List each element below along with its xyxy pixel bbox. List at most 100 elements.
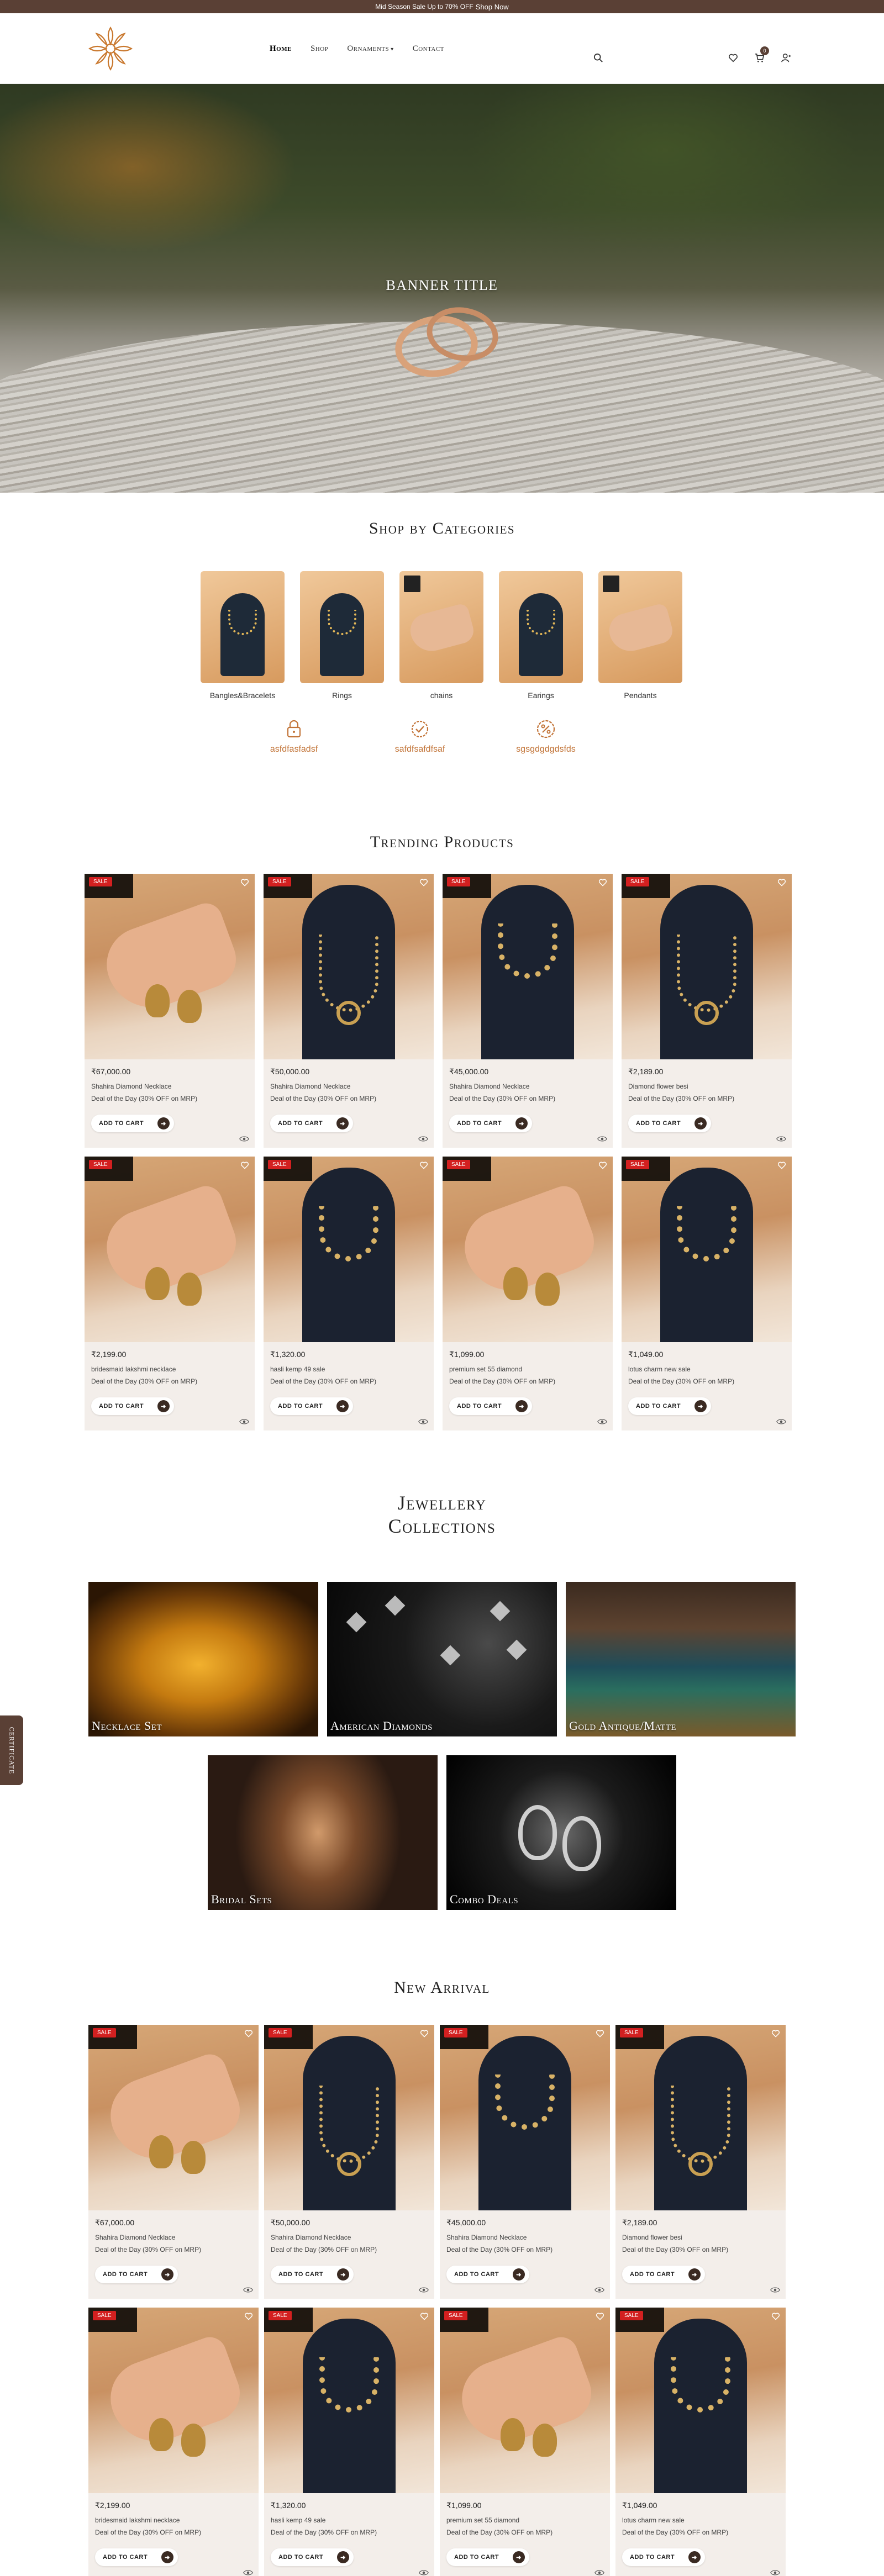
product-card[interactable]: SALE ₹1,320.00 hasli kemp 49 sale Deal of t…: [264, 1157, 434, 1430]
category-chains[interactable]: chains: [399, 571, 483, 700]
quick-view-eye-icon[interactable]: [418, 1136, 428, 1142]
product-name[interactable]: bridesmaid lakshmi necklace: [95, 2516, 180, 2524]
collection-bridal-sets[interactable]: Bridal Sets: [208, 1755, 438, 1910]
wishlist-heart-icon[interactable]: [244, 2312, 253, 2321]
product-card[interactable]: SALE ₹1,049.00 lotus charm new sale Deal of…: [622, 1157, 792, 1430]
add-to-cart-button[interactable]: ADD TO CART ➜: [622, 2266, 705, 2283]
quick-view-eye-icon[interactable]: [239, 1136, 249, 1142]
product-card[interactable]: SALE ₹1,049.00 lotus charm new sale Deal of…: [615, 2308, 786, 2576]
add-to-cart-button[interactable]: ADD TO CART ➜: [270, 1397, 353, 1415]
add-to-cart-button[interactable]: ADD TO CART ➜: [91, 1115, 174, 1132]
product-card[interactable]: SALE ₹2,199.00 bridesmaid lakshmi necklace…: [85, 1157, 255, 1430]
product-name[interactable]: Shahira Diamond Necklace: [270, 1083, 350, 1090]
product-card[interactable]: SALE ₹1,320.00 hasli kemp 49 sale Deal of t…: [264, 2308, 434, 2576]
wishlist-heart-icon[interactable]: [598, 878, 607, 887]
product-image[interactable]: [615, 2308, 786, 2493]
wishlist-heart-icon[interactable]: [596, 2029, 604, 2038]
product-name[interactable]: premium set 55 diamond: [446, 2516, 519, 2524]
product-card[interactable]: SALE ₹50,000.00 Shahira Diamond Necklace De…: [264, 2025, 434, 2299]
add-to-cart-button[interactable]: ADD TO CART ➜: [95, 2266, 178, 2283]
product-name[interactable]: bridesmaid lakshmi necklace: [91, 1365, 176, 1373]
product-image[interactable]: [264, 2025, 434, 2210]
quick-view-eye-icon[interactable]: [597, 1136, 607, 1142]
add-to-cart-button[interactable]: ADD TO CART ➜: [95, 2548, 178, 2566]
add-to-cart-button[interactable]: ADD TO CART ➜: [271, 2548, 354, 2566]
add-to-cart-button[interactable]: ADD TO CART ➜: [270, 1115, 353, 1132]
add-to-cart-button[interactable]: ADD TO CART ➜: [446, 2548, 529, 2566]
wishlist-heart-icon[interactable]: [240, 878, 249, 887]
quick-view-eye-icon[interactable]: [770, 2287, 780, 2293]
product-image[interactable]: [264, 874, 434, 1059]
product-name[interactable]: Shahira Diamond Necklace: [91, 1083, 171, 1090]
product-image[interactable]: [622, 874, 792, 1059]
product-card[interactable]: SALE ₹67,000.00 Shahira Diamond Necklace De…: [88, 2025, 259, 2299]
product-card[interactable]: SALE ₹2,199.00 bridesmaid lakshmi necklace…: [88, 2308, 259, 2576]
nav-home[interactable]: Home: [270, 44, 292, 54]
collection-necklace-set[interactable]: Necklace Set: [88, 1582, 318, 1736]
product-image[interactable]: [264, 1157, 434, 1342]
quick-view-eye-icon[interactable]: [243, 2569, 253, 2576]
wishlist-heart-icon[interactable]: [420, 2029, 429, 2038]
product-card[interactable]: SALE ₹2,189.00 Diamond flower besi Deal of …: [622, 874, 792, 1148]
nav-shop[interactable]: Shop: [311, 44, 328, 54]
search-icon[interactable]: [593, 53, 603, 63]
product-name[interactable]: Diamond flower besi: [622, 2234, 682, 2241]
wishlist-heart-icon[interactable]: [420, 2312, 429, 2321]
quick-view-eye-icon[interactable]: [770, 2569, 780, 2576]
product-card[interactable]: SALE ₹67,000.00 Shahira Diamond Necklace De…: [85, 874, 255, 1148]
quick-view-eye-icon[interactable]: [594, 2287, 604, 2293]
quick-view-eye-icon[interactable]: [597, 1418, 607, 1425]
user-icon[interactable]: [781, 53, 791, 63]
product-name[interactable]: hasli kemp 49 sale: [271, 2516, 325, 2524]
quick-view-eye-icon[interactable]: [418, 1418, 428, 1425]
product-image[interactable]: [615, 2025, 786, 2210]
product-name[interactable]: lotus charm new sale: [628, 1365, 691, 1373]
nav-contact[interactable]: Contact: [413, 44, 444, 54]
category-earings[interactable]: Earings: [499, 571, 583, 700]
quick-view-eye-icon[interactable]: [776, 1418, 786, 1425]
add-to-cart-button[interactable]: ADD TO CART ➜: [628, 1115, 711, 1132]
product-image[interactable]: [85, 874, 255, 1059]
add-to-cart-button[interactable]: ADD TO CART ➜: [622, 2548, 705, 2566]
wishlist-heart-icon[interactable]: [244, 2029, 253, 2038]
product-image[interactable]: [443, 874, 613, 1059]
product-card[interactable]: SALE ₹45,000.00 Shahira Diamond Necklace De…: [443, 874, 613, 1148]
hero-banner[interactable]: BANNER TITLE: [0, 84, 884, 493]
product-name[interactable]: Shahira Diamond Necklace: [95, 2234, 175, 2241]
product-card[interactable]: SALE ₹2,189.00 Diamond flower besi Deal of …: [615, 2025, 786, 2299]
wishlist-heart-icon[interactable]: [419, 878, 428, 887]
product-name[interactable]: Shahira Diamond Necklace: [271, 2234, 351, 2241]
product-image[interactable]: [88, 2308, 259, 2493]
wishlist-heart-icon[interactable]: [419, 1161, 428, 1170]
add-to-cart-button[interactable]: ADD TO CART ➜: [628, 1397, 711, 1415]
quick-view-eye-icon[interactable]: [776, 1136, 786, 1142]
collection-gold-antique[interactable]: Gold Antique/Matte: [566, 1582, 796, 1736]
product-card[interactable]: SALE ₹45,000.00 Shahira Diamond Necklace De…: [440, 2025, 610, 2299]
certificate-side-tab[interactable]: CERTIFICATE: [0, 1715, 23, 1785]
product-name[interactable]: hasli kemp 49 sale: [270, 1365, 325, 1373]
product-image[interactable]: [622, 1157, 792, 1342]
quick-view-eye-icon[interactable]: [243, 2287, 253, 2293]
product-image[interactable]: [440, 2308, 610, 2493]
quick-view-eye-icon[interactable]: [419, 2569, 429, 2576]
product-card[interactable]: SALE ₹1,099.00 premium set 55 diamond Deal …: [443, 1157, 613, 1430]
product-name[interactable]: Shahira Diamond Necklace: [446, 2234, 527, 2241]
quick-view-eye-icon[interactable]: [239, 1418, 249, 1425]
quick-view-eye-icon[interactable]: [594, 2569, 604, 2576]
add-to-cart-button[interactable]: ADD TO CART ➜: [271, 2266, 354, 2283]
product-image[interactable]: [88, 2025, 259, 2210]
wishlist-heart-icon[interactable]: [598, 1161, 607, 1170]
category-pendants[interactable]: Pendants: [598, 571, 682, 700]
quick-view-eye-icon[interactable]: [419, 2287, 429, 2293]
product-card[interactable]: SALE ₹1,099.00 premium set 55 diamond Deal …: [440, 2308, 610, 2576]
promo-shop-now-link[interactable]: Shop Now: [476, 3, 509, 11]
add-to-cart-button[interactable]: ADD TO CART ➜: [449, 1115, 532, 1132]
product-name[interactable]: Shahira Diamond Necklace: [449, 1083, 529, 1090]
collection-combo-deals[interactable]: Combo Deals: [446, 1755, 676, 1910]
product-name[interactable]: premium set 55 diamond: [449, 1365, 522, 1373]
wishlist-heart-icon[interactable]: [777, 878, 786, 887]
product-card[interactable]: SALE ₹50,000.00 Shahira Diamond Necklace De…: [264, 874, 434, 1148]
cart-button[interactable]: 0: [755, 46, 769, 63]
product-image[interactable]: [264, 2308, 434, 2493]
product-image[interactable]: [440, 2025, 610, 2210]
